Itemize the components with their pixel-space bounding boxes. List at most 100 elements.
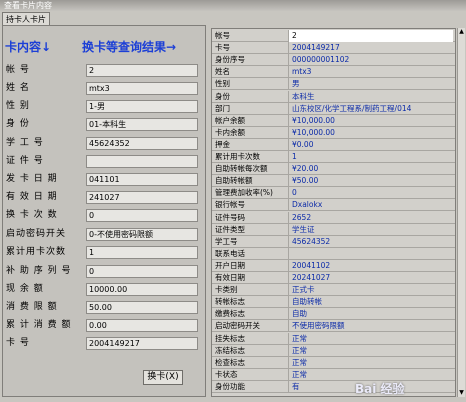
result-label: 性别 [215, 79, 230, 89]
result-value: 1 [288, 151, 453, 163]
result-label: 挂失标志 [215, 333, 245, 343]
result-row[interactable]: 帐户余额 ¥10,000.00 [212, 114, 455, 127]
result-value: ¥0.00 [288, 138, 453, 151]
result-row[interactable]: 检查标志 正常 [212, 356, 455, 369]
result-row[interactable]: 有效日期 20241027 [212, 272, 455, 284]
card-field-label: 身 份 [6, 119, 30, 129]
result-row[interactable]: 缴费标志 自助 [212, 308, 455, 321]
result-value: ¥10,000.00 [288, 114, 453, 127]
result-row[interactable]: 身份序号 000000001102 [212, 54, 455, 67]
result-row[interactable]: 银行帐号 Dxalokx [212, 199, 455, 212]
result-label: 卡类别 [215, 285, 238, 295]
result-row[interactable]: 部门 山东校区/化学工程系/制药工程/014 [212, 102, 455, 115]
result-label: 证件类型 [215, 224, 245, 234]
card-field-value[interactable]: 10000.00 [86, 283, 198, 296]
result-row[interactable]: 帐号 2 [212, 30, 455, 42]
result-row[interactable]: 累计用卡次数 1 [212, 151, 455, 163]
result-row[interactable]: 押金 ¥0.00 [212, 138, 455, 151]
card-field-row: 启动密码开关 0-不使用密码限额 [6, 227, 202, 242]
result-value: 正常 [288, 368, 453, 381]
card-field-label: 卡 号 [6, 338, 30, 348]
result-label: 检查标志 [215, 357, 245, 367]
result-row[interactable]: 启动密码开关 不使用密码限额 [212, 320, 455, 333]
result-row[interactable]: 转帐标志 自助转帐 [212, 296, 455, 309]
scroll-up-icon[interactable]: ▲ [458, 28, 465, 36]
result-label: 开户日期 [215, 260, 245, 270]
card-field-value[interactable]: 1 [86, 246, 198, 259]
result-value: 本科生 [288, 90, 453, 103]
card-field-value[interactable]: mtx3 [86, 82, 198, 95]
card-field-value[interactable]: 45624352 [86, 137, 198, 150]
card-field-value[interactable]: 2004149217 [86, 337, 198, 350]
result-value: 2 [288, 30, 453, 42]
result-value: Dxalokx [288, 199, 453, 212]
result-row[interactable]: 自助转帐额 ¥50.00 [212, 175, 455, 188]
card-field-row: 消 费 限 额 50.00 [6, 300, 202, 315]
card-field-label: 补 助 序 列 号 [6, 266, 72, 276]
tab-cardholder-card[interactable]: 持卡人卡片 [2, 12, 50, 26]
result-row[interactable]: 身份 本科生 [212, 90, 455, 103]
card-field-label: 消 费 限 额 [6, 302, 58, 312]
results-scrollbar[interactable]: ▲ ▼ [457, 28, 465, 397]
result-row[interactable]: 管理费加收率(%) 0 [212, 187, 455, 200]
card-field-value[interactable]: 0 [86, 265, 198, 278]
card-field-label: 性 别 [6, 101, 30, 111]
result-row[interactable]: 挂失标志 正常 [212, 332, 455, 345]
card-field-row: 补 助 序 列 号 0 [6, 264, 202, 279]
result-value: 正常 [288, 332, 453, 345]
card-field-value[interactable]: 041101 [86, 173, 198, 186]
card-field-label: 现 余 额 [6, 284, 44, 294]
card-field-label: 帐 号 [6, 65, 30, 75]
result-label: 姓名 [215, 67, 230, 77]
swap-card-button[interactable]: 换卡(X) [143, 370, 183, 385]
result-label: 冻结标志 [215, 345, 245, 355]
result-label: 启动密码开关 [215, 321, 260, 331]
result-row[interactable]: 卡状态 正常 [212, 368, 455, 381]
watermark-logo: Bai 经验 [355, 382, 405, 396]
result-value: ¥20.00 [288, 163, 453, 176]
result-value: 学生证 [288, 223, 453, 236]
result-value: 20241027 [288, 272, 453, 284]
card-field-label: 启动密码开关 [6, 229, 67, 239]
result-value: 正常 [288, 344, 453, 357]
result-label: 自助转帐额 [215, 176, 253, 186]
result-value: 自助转帐 [288, 296, 453, 309]
result-label: 累计用卡次数 [215, 152, 260, 161]
card-field-row: 发 卡 日 期 041101 [6, 172, 202, 187]
result-row[interactable]: 自助转帐每次额 ¥20.00 [212, 163, 455, 176]
card-field-value[interactable]: 0.00 [86, 319, 198, 332]
card-field-label: 换 卡 次 数 [6, 210, 58, 220]
card-field-label: 证 件 号 [6, 156, 44, 166]
result-row[interactable]: 性别 男 [212, 78, 455, 91]
result-row[interactable]: 联系电话 [212, 247, 455, 260]
result-row[interactable]: 开户日期 20041102 [212, 259, 455, 272]
card-field-row: 现 余 额 10000.00 [6, 282, 202, 297]
card-field-row: 换 卡 次 数 0 [6, 208, 202, 223]
result-label: 联系电话 [215, 248, 245, 258]
card-field-value[interactable]: 2 [86, 64, 198, 77]
result-row[interactable]: 姓名 mtx3 [212, 66, 455, 79]
result-row[interactable]: 卡内余额 ¥10,000.00 [212, 126, 455, 139]
card-field-row: 帐 号 2 [6, 63, 202, 78]
result-row[interactable]: 证件类型 学生证 [212, 223, 455, 236]
card-field-value[interactable]: 50.00 [86, 301, 198, 314]
card-field-value[interactable]: 0-不使用密码限额 [86, 228, 198, 241]
card-field-row: 性 别 1-男 [6, 99, 202, 114]
card-field-value[interactable]: 1-男 [86, 100, 198, 113]
result-row[interactable]: 卡类别 正式卡 [212, 284, 455, 297]
result-row[interactable]: 学工号 45624352 [212, 235, 455, 248]
result-row[interactable]: 卡号 2004149217 [212, 42, 455, 55]
result-label: 学工号 [215, 236, 238, 246]
result-value: 山东校区/化学工程系/制药工程/014 [288, 102, 453, 115]
result-row[interactable]: 冻结标志 正常 [212, 344, 455, 357]
card-field-value[interactable] [86, 155, 198, 168]
card-field-row: 身 份 01-本科生 [6, 117, 202, 132]
card-field-value[interactable]: 01-本科生 [86, 118, 198, 131]
card-field-label: 累 计 消 费 额 [6, 320, 72, 330]
card-field-row: 有 效 日 期 241027 [6, 190, 202, 205]
card-field-value[interactable]: 0 [86, 209, 198, 222]
card-field-value[interactable]: 241027 [86, 191, 198, 204]
result-label: 押金 [215, 139, 230, 149]
card-field-label: 有 效 日 期 [6, 192, 58, 202]
result-row[interactable]: 证件号码 2652 [212, 211, 455, 224]
